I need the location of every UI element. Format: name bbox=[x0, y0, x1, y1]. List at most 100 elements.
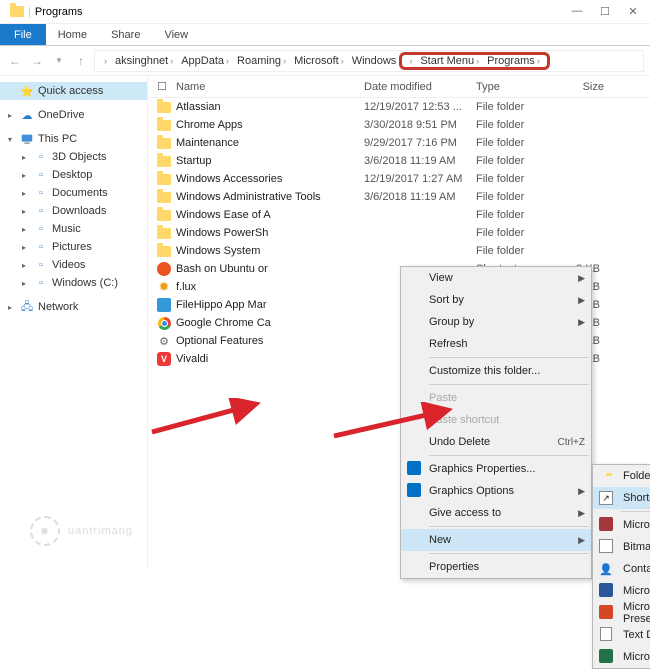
menu-item[interactable]: Microsoft PowerPoint Presentation bbox=[593, 602, 650, 624]
col-type[interactable]: Type bbox=[476, 81, 554, 93]
menu-item[interactable]: Microsoft Access Database bbox=[593, 514, 650, 536]
file-type: File folder bbox=[476, 137, 554, 149]
menu-item[interactable]: ↗Shortcut bbox=[593, 487, 650, 509]
select-all-checkbox[interactable]: ☐ bbox=[148, 80, 176, 93]
ribbon-tab-share[interactable]: Share bbox=[99, 24, 152, 45]
menu-item[interactable]: Undo DeleteCtrl+Z bbox=[401, 431, 591, 453]
ribbon-tab-view[interactable]: View bbox=[152, 24, 200, 45]
maximize-button[interactable]: ☐ bbox=[592, 2, 618, 20]
menu-item[interactable]: Microsoft Excel Worksheet bbox=[593, 646, 650, 668]
close-button[interactable]: ✕ bbox=[620, 2, 646, 20]
folder-icon bbox=[152, 192, 176, 203]
file-row[interactable]: Windows Ease of AFile folder bbox=[148, 206, 650, 224]
breadcrumb-highlight: › Start Menu› Programs› bbox=[399, 52, 550, 70]
file-row[interactable]: Windows PowerShFile folder bbox=[148, 224, 650, 242]
file-type: File folder bbox=[476, 155, 554, 167]
drive-icon: ▫ bbox=[34, 150, 48, 164]
tree-node[interactable]: ▸▫Documents bbox=[0, 184, 147, 202]
folder-icon bbox=[10, 5, 24, 19]
menu-item[interactable]: Graphics Properties... bbox=[401, 458, 591, 480]
nav-back[interactable]: ← bbox=[6, 54, 24, 68]
tree-this-pc[interactable]: ▾This PC bbox=[0, 130, 147, 148]
tree-node[interactable]: ▸▫3D Objects bbox=[0, 148, 147, 166]
col-name[interactable]: Name bbox=[176, 81, 364, 93]
folder-icon bbox=[152, 120, 176, 131]
folder-icon bbox=[152, 246, 176, 257]
menu-item[interactable]: Properties bbox=[401, 556, 591, 578]
file-row[interactable]: Atlassian12/19/2017 12:53 ...File folder bbox=[148, 98, 650, 116]
crumb[interactable]: aksinghnet› bbox=[112, 55, 178, 67]
menu-separator bbox=[429, 455, 589, 456]
menu-item[interactable]: Refresh bbox=[401, 333, 591, 355]
crumb[interactable]: Microsoft› bbox=[291, 55, 349, 67]
menu-item[interactable]: Customize this folder... bbox=[401, 360, 591, 382]
file-row[interactable]: Maintenance9/29/2017 7:16 PMFile folder bbox=[148, 134, 650, 152]
tree-onedrive[interactable]: ▸☁OneDrive bbox=[0, 106, 147, 124]
crumb[interactable]: Start Menu› bbox=[417, 55, 484, 67]
file-row[interactable]: Chrome Apps3/30/2018 9:51 PMFile folder bbox=[148, 116, 650, 134]
minimize-button[interactable]: — bbox=[564, 2, 590, 20]
nav-forward[interactable]: → bbox=[28, 54, 46, 68]
contact-icon: 👤 bbox=[597, 562, 615, 576]
menu-item[interactable]: Graphics Options▶ bbox=[401, 480, 591, 502]
breadcrumb[interactable]: › aksinghnet› AppData› Roaming› Microsof… bbox=[94, 50, 644, 72]
tree-node[interactable]: ▸▫Videos bbox=[0, 256, 147, 274]
tree-node[interactable]: ▸▫Desktop bbox=[0, 166, 147, 184]
crumb[interactable]: Windows bbox=[349, 55, 400, 67]
tree-node[interactable]: ▸▫Downloads bbox=[0, 202, 147, 220]
nav-up[interactable]: ↑ bbox=[72, 54, 90, 68]
nav-history[interactable]: ▾ bbox=[50, 55, 68, 66]
menu-item[interactable]: Folder bbox=[593, 465, 650, 487]
drive-icon: ▫ bbox=[34, 240, 48, 254]
file-row[interactable]: Windows SystemFile folder bbox=[148, 242, 650, 260]
submenu-arrow-icon: ▶ bbox=[578, 508, 585, 519]
folder-icon bbox=[152, 228, 176, 239]
menu-item[interactable]: Give access to▶ bbox=[401, 502, 591, 524]
flux-icon: ✹ bbox=[152, 279, 176, 295]
file-name: Windows Ease of A bbox=[176, 209, 364, 221]
file-row[interactable]: Windows Accessories12/19/2017 1:27 AMFil… bbox=[148, 170, 650, 188]
crumb[interactable]: Roaming› bbox=[234, 55, 291, 67]
menu-item-label: Graphics Properties... bbox=[429, 463, 535, 475]
menu-item[interactable]: Group by▶ bbox=[401, 311, 591, 333]
tree-node[interactable]: ▸▫Windows (C:) bbox=[0, 274, 147, 292]
tree-network[interactable]: ▸🖧Network bbox=[0, 298, 147, 316]
menu-item[interactable]: Text Document bbox=[593, 624, 650, 646]
submenu-arrow-icon: ▶ bbox=[578, 486, 585, 497]
file-row[interactable]: Windows Administrative Tools3/6/2018 11:… bbox=[148, 188, 650, 206]
tree-quick-access[interactable]: ⭐Quick access bbox=[0, 82, 147, 100]
network-icon: 🖧 bbox=[20, 300, 34, 314]
menu-item[interactable]: New▶ bbox=[401, 529, 591, 551]
titlebar: | Programs — ☐ ✕ bbox=[0, 0, 650, 24]
ribbon-tab-home[interactable]: Home bbox=[46, 24, 99, 45]
menu-item[interactable]: 👤Contact bbox=[593, 558, 650, 580]
menu-item[interactable]: Bitmap image bbox=[593, 536, 650, 558]
file-name: Atlassian bbox=[176, 101, 364, 113]
file-row[interactable]: Startup3/6/2018 11:19 AMFile folder bbox=[148, 152, 650, 170]
menu-item[interactable]: Sort by▶ bbox=[401, 289, 591, 311]
folder-icon bbox=[152, 138, 176, 149]
folder-icon bbox=[152, 210, 176, 221]
tree-node[interactable]: ▸▫Music bbox=[0, 220, 147, 238]
chrome-icon bbox=[152, 317, 176, 330]
menu-item[interactable]: View▶ bbox=[401, 267, 591, 289]
submenu-arrow-icon: ▶ bbox=[578, 535, 585, 546]
col-date[interactable]: Date modified bbox=[364, 81, 476, 93]
menu-separator bbox=[429, 526, 589, 527]
drive-icon: ▫ bbox=[34, 186, 48, 200]
watermark: ✸ uantrimang bbox=[30, 516, 133, 546]
file-type: File folder bbox=[476, 245, 554, 257]
menu-shortcut: Ctrl+Z bbox=[558, 437, 586, 448]
menu-item[interactable]: Microsoft Word Document bbox=[593, 580, 650, 602]
file-name: FileHippo App Mar bbox=[176, 299, 364, 311]
file-date: 12/19/2017 1:27 AM bbox=[364, 173, 476, 185]
ribbon-file[interactable]: File bbox=[0, 24, 46, 45]
menu-item: Paste shortcut bbox=[401, 409, 591, 431]
tree-node[interactable]: ▸▫Pictures bbox=[0, 238, 147, 256]
menu-item-label: Microsoft PowerPoint Presentation bbox=[623, 601, 650, 625]
excel-icon bbox=[597, 649, 615, 666]
crumb[interactable]: AppData› bbox=[178, 55, 234, 67]
crumb[interactable]: Programs› bbox=[484, 55, 545, 67]
col-size[interactable]: Size bbox=[554, 81, 604, 93]
menu-item: Paste bbox=[401, 387, 591, 409]
